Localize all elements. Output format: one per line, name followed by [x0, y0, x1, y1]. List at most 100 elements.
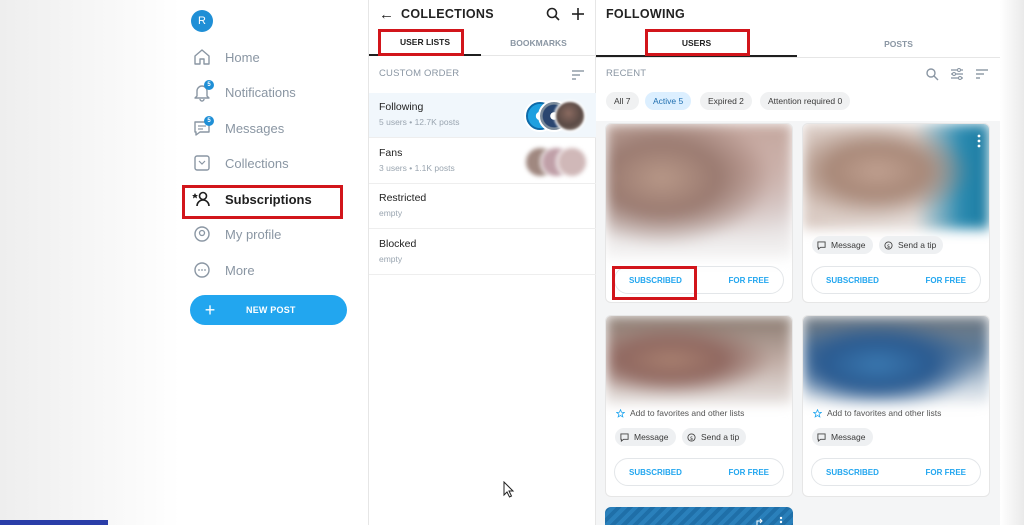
page-background-right [1000, 0, 1024, 525]
list-avatars [524, 100, 590, 132]
avatar [554, 100, 586, 132]
section-heading: CUSTOM ORDER [379, 68, 460, 79]
taskbar-strip [0, 520, 108, 525]
page-title: COLLECTIONS [401, 7, 494, 21]
favorites-link[interactable]: Add to favorites and other lists [813, 408, 941, 418]
home-icon [192, 47, 212, 67]
favorites-label: Add to favorites and other lists [630, 408, 745, 418]
new-post-label: NEW POST [246, 305, 296, 315]
message-icon [817, 432, 826, 442]
filter-chip-expired[interactable]: Expired 2 [700, 92, 752, 110]
subscription-button[interactable]: SUBSCRIBED FOR FREE [614, 266, 784, 294]
profile-photo [606, 124, 792, 259]
list-item-restricted[interactable]: Restricted empty [369, 184, 596, 229]
favorites-link[interactable]: Add to favorites and other lists [616, 408, 744, 418]
list-item-blocked[interactable]: Blocked empty [369, 230, 596, 275]
sidebar-item-collections[interactable]: Collections [192, 151, 289, 175]
subscription-button[interactable]: SUBSCRIBED FOR FREE [614, 458, 784, 486]
plus-icon: + [204, 299, 216, 320]
page-background [0, 0, 368, 525]
message-label: Message [634, 432, 669, 442]
message-badge: 5 [204, 116, 214, 126]
message-label: Message [831, 432, 866, 442]
collections-panel: ← COLLECTIONS USER LISTS BOOKMARKS CUSTO… [368, 0, 596, 525]
collections-icon [192, 153, 212, 173]
collections-tabs: USER LISTS BOOKMARKS [369, 30, 595, 56]
more-options-icon[interactable] [779, 516, 783, 525]
tip-label: Send a tip [898, 240, 937, 250]
following-header: FOLLOWING USERS POSTS [596, 0, 1000, 58]
star-icon [616, 408, 625, 418]
user-card[interactable]: SUBSCRIBED FOR FREE [605, 123, 793, 303]
subscription-button[interactable]: SUBSCRIBED FOR FREE [811, 458, 981, 486]
notification-badge: 5 [204, 80, 214, 90]
sidebar-item-label: Notifications [225, 84, 296, 100]
avatar [556, 146, 588, 178]
message-button[interactable]: Message [615, 428, 676, 446]
user-card[interactable] [605, 507, 793, 525]
sidebar-item-label: My profile [225, 226, 282, 242]
message-icon [620, 432, 629, 442]
message-label: Message [831, 240, 866, 250]
tab-posts[interactable]: POSTS [797, 30, 1000, 57]
message-button[interactable]: Message [812, 428, 873, 446]
sidebar-item-notifications[interactable]: 5 Notifications [192, 80, 296, 104]
avatar[interactable]: R [191, 10, 213, 32]
back-arrow-icon[interactable]: ← [379, 6, 394, 23]
user-card[interactable]: Add to favorites and other lists Message… [802, 315, 990, 497]
recent-toolbar: RECENT All 7 Active 5 Expired 2 Attentio… [596, 58, 1000, 121]
tab-bookmarks[interactable]: BOOKMARKS [481, 30, 596, 56]
avatar-letter: R [198, 15, 206, 27]
mouse-cursor-icon [503, 481, 515, 498]
tip-icon: $ [884, 240, 893, 249]
filter-chip-active[interactable]: Active 5 [645, 92, 692, 110]
sort-icon[interactable] [571, 69, 585, 81]
add-icon[interactable] [570, 6, 586, 22]
search-icon[interactable] [545, 6, 561, 22]
list-avatars [524, 146, 590, 178]
sidebar-item-label: Messages [225, 120, 285, 136]
sidebar-item-more[interactable]: More [192, 258, 255, 282]
send-tip-button[interactable]: $ Send a tip [879, 236, 944, 254]
tip-icon: $ [687, 432, 696, 441]
sidebar-item-label: Home [225, 49, 260, 65]
page-title: FOLLOWING [606, 7, 686, 21]
profile-photo [803, 316, 989, 404]
sidebar-item-subscriptions[interactable]: Subscriptions [192, 187, 312, 211]
star-icon [813, 408, 822, 418]
sidebar-item-label: More [225, 262, 255, 278]
sidebar-item-messages[interactable]: 5 Messages [192, 116, 284, 140]
price-label: FOR FREE [925, 275, 966, 285]
filter-icon[interactable] [950, 67, 964, 81]
user-card[interactable]: Add to favorites and other lists Message… [605, 315, 793, 497]
list-name: Fans [379, 147, 403, 159]
message-button[interactable]: Message [812, 236, 873, 254]
message-icon [817, 240, 826, 250]
list-item-fans[interactable]: Fans 3 users • 1.1K posts [369, 139, 596, 184]
list-item-following[interactable]: Following 5 users • 12.7K posts [369, 93, 596, 138]
sort-icon[interactable] [975, 67, 989, 81]
new-post-button[interactable]: + NEW POST [190, 295, 347, 325]
tab-user-lists[interactable]: USER LISTS [369, 30, 481, 56]
list-meta: empty [379, 254, 403, 264]
sidebar-item-my-profile[interactable]: My profile [192, 222, 281, 246]
sidebar-item-home[interactable]: Home [192, 45, 260, 69]
list-name: Following [379, 101, 424, 113]
subscribed-label: SUBSCRIBED [826, 467, 879, 477]
user-card[interactable]: Message $ Send a tip SUBSCRIBED FOR FREE [802, 123, 990, 303]
filter-chip-all[interactable]: All 7 [606, 92, 639, 110]
price-label: FOR FREE [728, 275, 769, 285]
svg-text:$: $ [690, 435, 693, 441]
filter-chip-attention[interactable]: Attention required 0 [760, 92, 851, 110]
subscriptions-icon [192, 189, 212, 209]
list-meta: 3 users • 1.1K posts [379, 163, 455, 173]
list-name: Restricted [379, 192, 427, 204]
subscription-button[interactable]: SUBSCRIBED FOR FREE [811, 266, 981, 294]
search-icon[interactable] [925, 67, 939, 81]
send-tip-button[interactable]: $ Send a tip [682, 428, 747, 446]
tip-label: Send a tip [701, 432, 740, 442]
tab-users[interactable]: USERS [596, 30, 797, 57]
more-icon [192, 260, 212, 280]
share-icon[interactable] [755, 517, 765, 525]
more-options-icon[interactable] [977, 134, 981, 148]
